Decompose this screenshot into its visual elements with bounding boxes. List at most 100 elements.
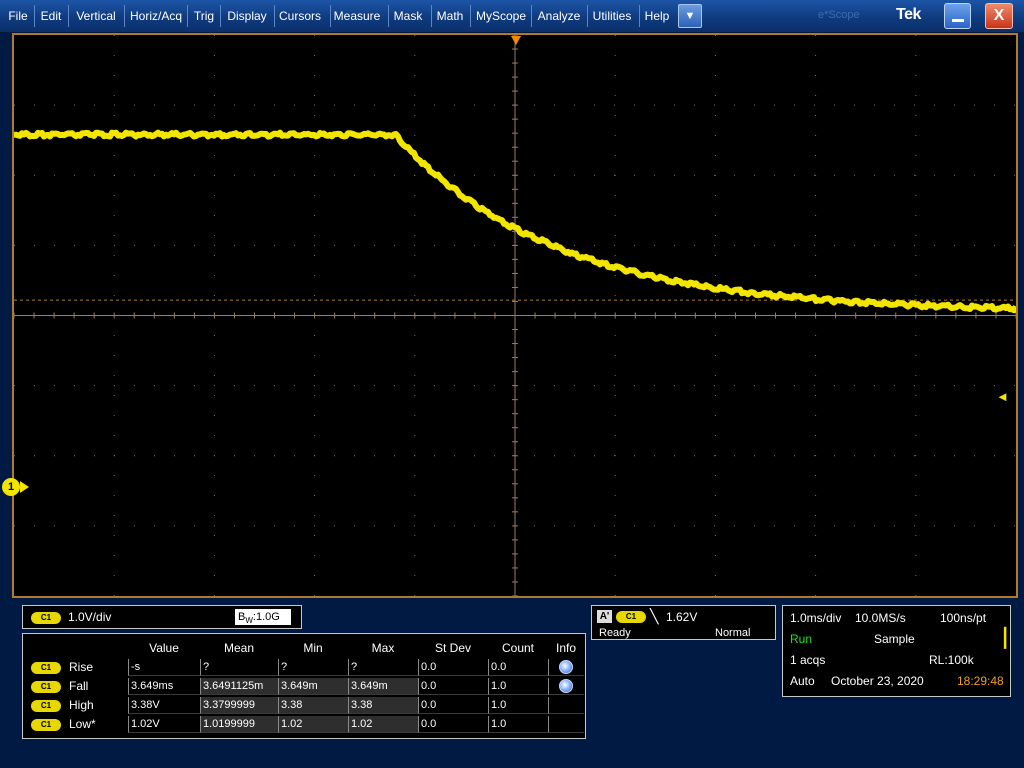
menu-separator <box>124 5 125 27</box>
measurement-value: 1.02V <box>128 716 200 733</box>
menu-separator <box>34 5 35 27</box>
measurement-count: 1.0 <box>488 716 548 733</box>
measurement-mean: 1.0199999 <box>200 716 278 733</box>
measurement-source-badge: C1 <box>31 681 61 693</box>
menu-cursors[interactable]: Cursors <box>276 0 324 32</box>
menu-dropdown-button[interactable]: ▼ <box>678 4 702 28</box>
measurement-source-badge: C1 <box>31 719 61 731</box>
menu-help[interactable]: Help <box>641 0 673 32</box>
bw-value: :1.0G <box>252 611 280 623</box>
measurement-stdev: 0.0 <box>418 659 488 676</box>
graticule <box>14 35 1016 596</box>
measurement-value: -s <box>128 659 200 676</box>
measurement-label-high[interactable]: High <box>69 698 94 712</box>
menu-edit[interactable]: Edit <box>36 0 66 32</box>
measurement-label-rise[interactable]: Rise <box>69 660 93 674</box>
chevron-down-icon: ▼ <box>684 10 696 22</box>
menu-utilities[interactable]: Utilities <box>589 0 635 32</box>
minimize-icon <box>952 19 964 22</box>
minimize-button[interactable] <box>944 3 971 29</box>
measurement-max: ? <box>348 659 418 676</box>
bandwidth-field[interactable]: BW:1.0G <box>235 609 291 625</box>
menu-trig[interactable]: Trig <box>189 0 219 32</box>
menu-file[interactable]: File <box>3 0 33 32</box>
menu-separator <box>587 5 588 27</box>
graticule-center-lines <box>14 35 1016 596</box>
warning-icon[interactable] <box>559 660 573 674</box>
header-mean: Mean <box>223 641 255 655</box>
run-state[interactable]: Run <box>790 632 812 646</box>
menu-separator <box>639 5 640 27</box>
measurement-stdev: 0.0 <box>418 716 488 733</box>
measurement-label-low[interactable]: Low* <box>69 717 96 731</box>
measurement-source-badge: C1 <box>31 662 61 674</box>
close-button[interactable]: X <box>985 3 1013 29</box>
trigger-level: 1.62V <box>666 610 698 624</box>
measurement-value: 3.649ms <box>128 678 200 695</box>
sample-rate: 10.0MS/s <box>855 611 906 625</box>
measurement-value: 3.38V <box>128 697 200 714</box>
menu-separator <box>220 5 221 27</box>
menu-horiz-acq[interactable]: Horiz/Acq <box>126 0 186 32</box>
acquisition-mode: Sample <box>874 632 915 646</box>
menu-separator <box>187 5 188 27</box>
measurement-info-cell <box>548 678 584 695</box>
menu-vertical[interactable]: Vertical <box>70 0 122 32</box>
header-info: Info <box>555 641 576 655</box>
trigger-readout[interactable]: A' C1 ╲ 1.62V Ready Normal <box>591 605 776 640</box>
menu-separator <box>388 5 389 27</box>
measurement-source-badge: C1 <box>31 700 61 712</box>
ch1-ground-marker[interactable]: 1 <box>2 478 20 496</box>
measurement-max: 1.02 <box>348 716 418 733</box>
trigger-state: Ready <box>599 627 631 639</box>
menu-mask[interactable]: Mask <box>390 0 426 32</box>
measurement-stdev: 0.0 <box>418 678 488 695</box>
measurement-count: 1.0 <box>488 678 548 695</box>
tek-logo: Tek <box>896 6 921 23</box>
volts-per-div: 1.0V/div <box>68 610 112 624</box>
measurement-panel[interactable]: Value Mean Min Max St Dev Count Info C1 R… <box>22 633 586 739</box>
menu-myscope[interactable]: MyScope <box>472 0 530 32</box>
trigger-level-arrow-icon[interactable]: ◄ <box>996 390 1009 403</box>
time-per-div: 1.0ms/div <box>790 611 842 625</box>
ch1-badge: C1 <box>31 612 61 624</box>
acquisition-time: 18:29:48 <box>957 674 1004 688</box>
record-length: RL:100k <box>929 653 974 667</box>
trigger-mode-auto: Auto <box>790 674 815 688</box>
measurement-min: 1.02 <box>278 716 348 733</box>
falling-slope-icon: ╲ <box>650 608 659 624</box>
resolution: 100ns/pt <box>940 611 987 625</box>
vertical-readout[interactable]: C1 1.0V/div BW:1.0G <box>22 605 302 629</box>
thermometer-icon: ▕ <box>992 628 1006 648</box>
menu-separator <box>330 5 331 27</box>
measurement-info-cell <box>548 716 584 733</box>
menu-analyze[interactable]: Analyze <box>533 0 585 32</box>
header-stdev: St Dev <box>434 641 471 655</box>
horizontal-readout[interactable]: 1.0ms/div 10.0MS/s 100ns/pt Run Sample ▕… <box>782 605 1011 697</box>
trigger-mode: Normal <box>715 627 751 639</box>
measurement-label-fall[interactable]: Fall <box>69 679 88 693</box>
menu-separator <box>68 5 69 27</box>
trigger-a-badge: A' <box>597 610 612 623</box>
measurement-mean: 3.6491125m <box>200 678 278 695</box>
measurement-stdev: 0.0 <box>418 697 488 714</box>
trigger-position-marker[interactable] <box>511 36 521 45</box>
header-value: Value <box>149 641 179 655</box>
measurement-mean: 3.3799999 <box>200 697 278 714</box>
watermark-text: e*Scope <box>818 9 860 21</box>
close-icon: X <box>993 7 1005 24</box>
menu-math[interactable]: Math <box>433 0 467 32</box>
header-max: Max <box>371 641 395 655</box>
measurement-info-cell <box>548 659 584 676</box>
measurement-count: 1.0 <box>488 697 548 714</box>
trigger-source-badge: C1 <box>616 611 646 623</box>
ch1-ground-arrow-icon <box>20 481 29 493</box>
acquisition-date: October 23, 2020 <box>831 674 924 688</box>
menu-display[interactable]: Display <box>222 0 272 32</box>
bw-sub: W <box>245 616 253 626</box>
measurement-info-cell <box>548 697 584 714</box>
info-icon[interactable] <box>559 679 573 693</box>
header-count: Count <box>501 641 535 655</box>
menu-measure[interactable]: Measure <box>332 0 382 32</box>
measurement-mean: ? <box>200 659 278 676</box>
